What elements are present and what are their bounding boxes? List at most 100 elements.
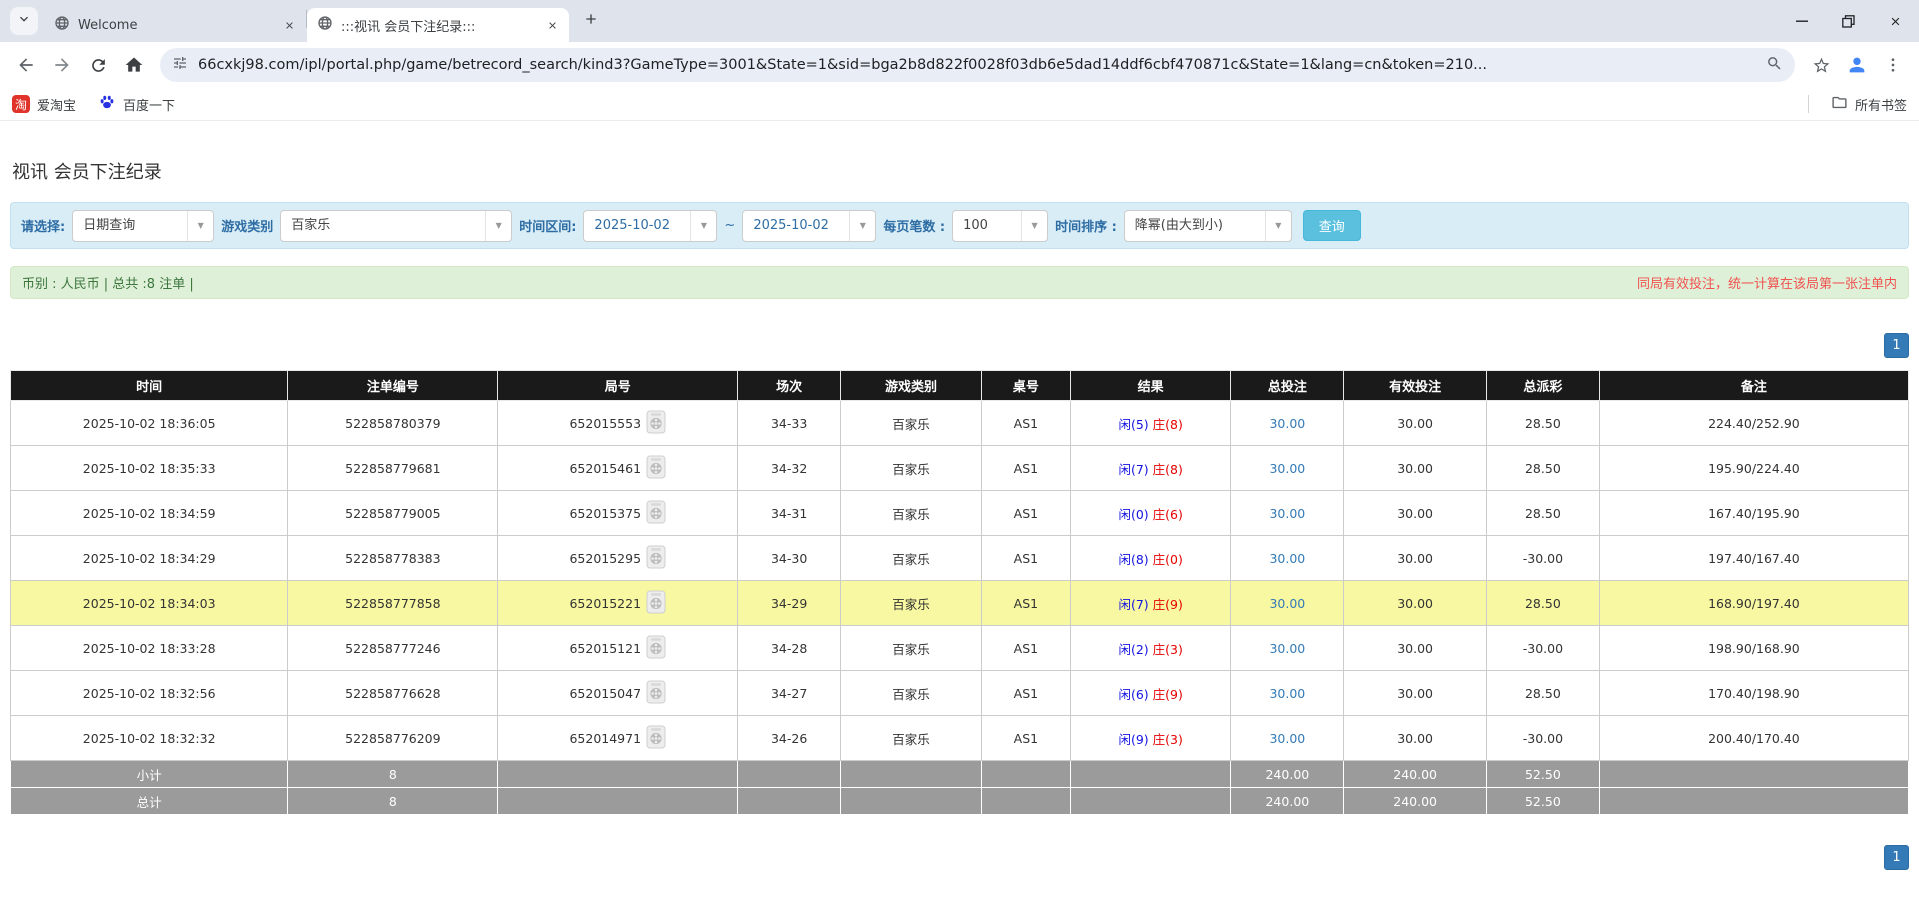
- home-button[interactable]: [118, 49, 150, 81]
- cell-table-no: AS1: [981, 491, 1070, 536]
- cell-bet-no: 522858779005: [288, 491, 498, 536]
- cell-table-no: AS1: [981, 401, 1070, 446]
- cell-result: 闲(5) 庄(8): [1070, 401, 1230, 446]
- close-window-button[interactable]: [1872, 0, 1919, 42]
- cell-valid-bet: 30.00: [1344, 491, 1487, 536]
- footer-row-total: 总计8240.00240.0052.50: [11, 788, 1909, 815]
- column-header: 备注: [1599, 371, 1908, 401]
- footer-row-subtotal: 小计8240.00240.0052.50: [11, 761, 1909, 788]
- query-type-select[interactable]: 日期查询 ▼: [72, 210, 214, 242]
- date-to-select[interactable]: 2025-10-02 ▼: [742, 210, 876, 242]
- cell-payout: 28.50: [1486, 446, 1599, 491]
- game-type-select[interactable]: 百家乐 ▼: [280, 210, 512, 242]
- footer-cell: [738, 761, 841, 788]
- url-bar[interactable]: 66cxkj98.com/ipl/portal.php/game/betreco…: [160, 48, 1795, 82]
- tab-close-icon[interactable]: [280, 16, 298, 34]
- site-settings-icon[interactable]: [172, 55, 188, 75]
- column-header: 注单编号: [288, 371, 498, 401]
- folder-icon: [1831, 94, 1848, 115]
- date-from-select[interactable]: 2025-10-02 ▼: [583, 210, 717, 242]
- dropdown-arrow-icon: ▼: [690, 211, 716, 241]
- tab-welcome[interactable]: Welcome: [44, 8, 306, 42]
- cell-game-type: 百家乐: [841, 446, 982, 491]
- dropdown-arrow-icon: ▼: [1021, 211, 1047, 241]
- cell-time: 2025-10-02 18:35:33: [11, 446, 288, 491]
- per-page-select[interactable]: 100 ▼: [952, 210, 1048, 242]
- cell-table-no: AS1: [981, 671, 1070, 716]
- reload-button[interactable]: [82, 49, 114, 81]
- cell-remark: 200.40/170.40: [1599, 716, 1908, 761]
- cell-round-no: 652015221: [498, 581, 738, 626]
- profile-avatar[interactable]: [1841, 49, 1873, 81]
- cell-table-no: AS1: [981, 446, 1070, 491]
- video-record-icon[interactable]: [646, 410, 666, 437]
- footer-cell: [841, 788, 982, 815]
- tab-search-button[interactable]: [10, 7, 38, 35]
- taobao-icon: 淘: [12, 95, 30, 113]
- cell-game-type: 百家乐: [841, 671, 982, 716]
- footer-cell: [981, 788, 1070, 815]
- footer-cell: 52.50: [1486, 761, 1599, 788]
- tab-close-icon[interactable]: [543, 16, 561, 34]
- cell-remark: 224.40/252.90: [1599, 401, 1908, 446]
- range-separator: ~: [724, 218, 735, 233]
- video-record-icon[interactable]: [646, 500, 666, 527]
- cell-payout: 28.50: [1486, 581, 1599, 626]
- bookmarks-bar: 淘 爱淘宝 百度一下 所有书签: [0, 88, 1919, 121]
- video-record-icon[interactable]: [646, 590, 666, 617]
- video-record-icon[interactable]: [646, 455, 666, 482]
- search-button[interactable]: 查询: [1303, 210, 1361, 241]
- cell-result: 闲(6) 庄(9): [1070, 671, 1230, 716]
- video-record-icon[interactable]: [646, 545, 666, 572]
- bet-table-header-row: 时间注单编号局号场次游戏类别桌号结果总投注有效投注总派彩备注: [11, 371, 1909, 401]
- back-button[interactable]: [10, 49, 42, 81]
- footer-cell: [1070, 761, 1230, 788]
- restore-button[interactable]: [1825, 0, 1872, 42]
- forward-button[interactable]: [46, 49, 78, 81]
- table-row: 2025-10-02 18:34:59 522858779005 6520153…: [11, 491, 1909, 536]
- page-1-button[interactable]: 1: [1884, 845, 1909, 870]
- cell-payout: -30.00: [1486, 716, 1599, 761]
- footer-cell: [738, 788, 841, 815]
- video-record-icon[interactable]: [646, 680, 666, 707]
- video-record-icon[interactable]: [646, 635, 666, 662]
- cell-result: 闲(7) 庄(9): [1070, 581, 1230, 626]
- select-type-label: 请选择:: [21, 216, 65, 235]
- cell-round-no: 652015461: [498, 446, 738, 491]
- page-1-button[interactable]: 1: [1884, 333, 1909, 358]
- cell-session: 34-26: [738, 716, 841, 761]
- footer-cell: 总计: [11, 788, 288, 815]
- sort-select[interactable]: 降幂(由大到小) ▼: [1124, 210, 1292, 242]
- tab-title: Welcome: [78, 18, 272, 33]
- footer-cell: 240.00: [1344, 761, 1487, 788]
- url-text[interactable]: 66cxkj98.com/ipl/portal.php/game/betreco…: [198, 57, 1756, 73]
- video-record-icon[interactable]: [646, 725, 666, 752]
- game-type-label: 游戏类别: [221, 216, 273, 235]
- tab-betrecord[interactable]: :::视讯 会员下注纪录:::: [307, 8, 569, 42]
- new-tab-button[interactable]: [577, 7, 605, 35]
- cell-result: 闲(8) 庄(0): [1070, 536, 1230, 581]
- dropdown-arrow-icon: ▼: [1265, 211, 1291, 241]
- cell-valid-bet: 30.00: [1344, 536, 1487, 581]
- cell-table-no: AS1: [981, 536, 1070, 581]
- pagination-top: 1: [10, 333, 1909, 358]
- cell-payout: 28.50: [1486, 491, 1599, 536]
- footer-cell: 8: [288, 761, 498, 788]
- cell-game-type: 百家乐: [841, 401, 982, 446]
- cell-time: 2025-10-02 18:34:59: [11, 491, 288, 536]
- zoom-icon[interactable]: [1766, 55, 1783, 76]
- pagination-bottom: 1: [10, 845, 1909, 870]
- footer-cell: 240.00: [1344, 788, 1487, 815]
- cell-bet-no: 522858776628: [288, 671, 498, 716]
- minimize-button[interactable]: [1778, 0, 1825, 42]
- cell-total-bet: 30.00: [1231, 491, 1344, 536]
- cell-valid-bet: 30.00: [1344, 716, 1487, 761]
- cell-valid-bet: 30.00: [1344, 581, 1487, 626]
- bookmark-baidu[interactable]: 百度一下: [98, 93, 175, 115]
- bookmark-taobao[interactable]: 淘 爱淘宝: [12, 95, 76, 114]
- cell-round-no: 652015375: [498, 491, 738, 536]
- all-bookmarks-button[interactable]: 所有书签: [1831, 94, 1907, 115]
- menu-dots-icon[interactable]: [1877, 49, 1909, 81]
- bookmark-star-icon[interactable]: [1805, 49, 1837, 81]
- cell-game-type: 百家乐: [841, 581, 982, 626]
